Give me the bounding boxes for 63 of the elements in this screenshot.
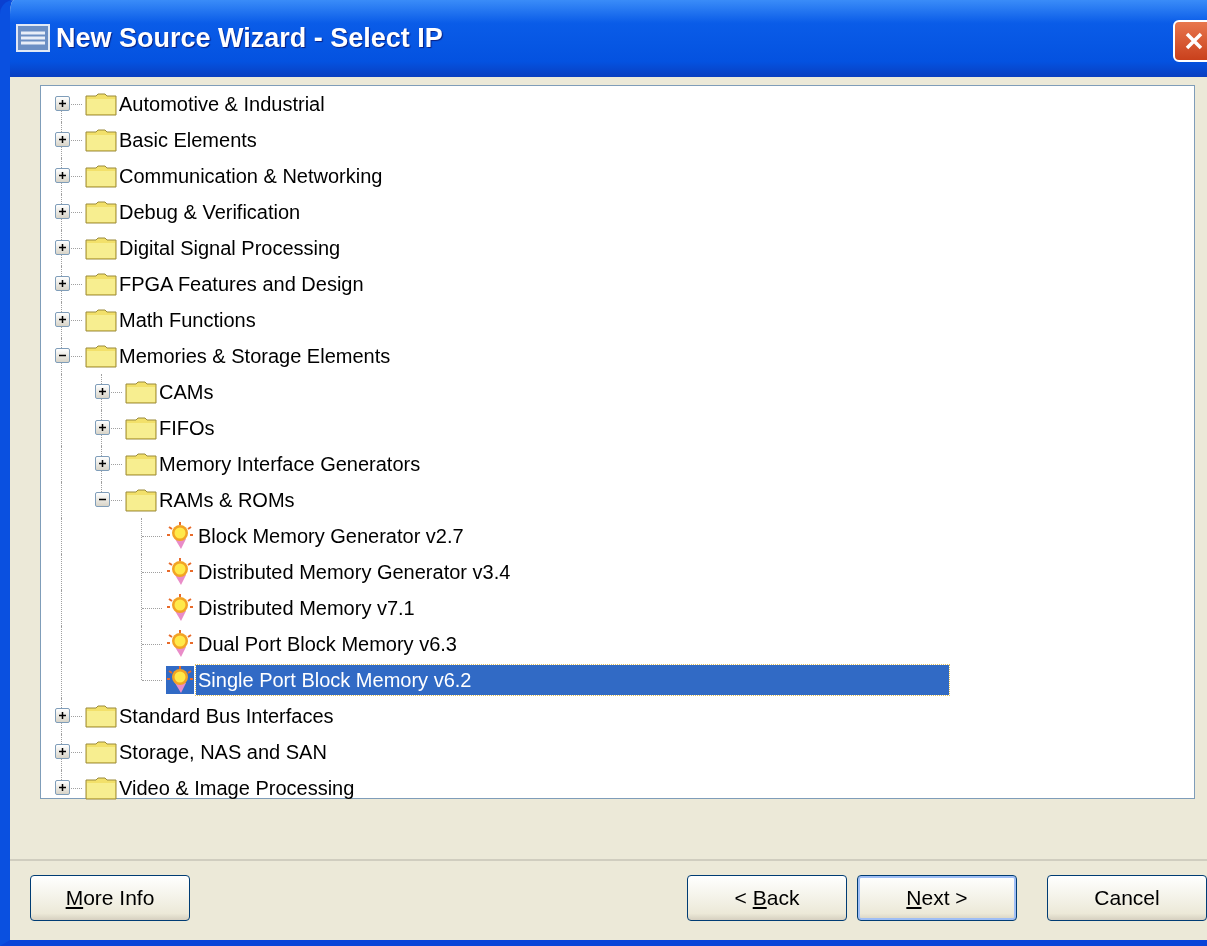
tree-item[interactable]: Dual Port Block Memory v6.3 — [196, 628, 459, 659]
tree-item[interactable]: Distributed Memory v7.1 — [196, 592, 417, 623]
tree-item[interactable]: Digital Signal Processing — [117, 232, 343, 263]
expand-icon[interactable] — [95, 420, 110, 436]
folder-icon — [125, 415, 157, 440]
tree-item[interactable]: Distributed Memory Generator v3.4 — [196, 556, 513, 587]
folder-icon — [85, 91, 117, 116]
folder-icon — [85, 343, 117, 368]
tree-item[interactable]: Memories & Storage Elements — [117, 340, 393, 371]
expand-icon[interactable] — [55, 240, 70, 256]
folder-icon — [85, 235, 117, 260]
tree-item[interactable]: Automotive & Industrial — [117, 88, 327, 119]
folder-icon — [125, 379, 157, 404]
tree-item[interactable]: RAMs & ROMs — [157, 484, 297, 515]
dialog-button[interactable]: More Info — [30, 875, 190, 922]
lightbulb-icon — [166, 521, 194, 550]
expand-icon[interactable] — [55, 204, 70, 220]
dialog-button[interactable]: < Back — [687, 875, 847, 922]
close-button[interactable] — [1173, 20, 1207, 62]
expand-icon[interactable] — [95, 456, 110, 472]
folder-icon — [85, 127, 117, 152]
folder-icon — [85, 775, 117, 800]
tree-item[interactable]: FPGA Features and Design — [117, 268, 366, 299]
tree-item[interactable]: Math Functions — [117, 304, 258, 335]
folder-icon — [85, 199, 117, 224]
tree-item[interactable]: Basic Elements — [117, 124, 259, 155]
dialog-button[interactable]: Cancel — [1047, 875, 1207, 922]
dialog-button[interactable]: Next > — [857, 875, 1017, 922]
expand-icon[interactable] — [55, 96, 70, 112]
lightbulb-icon — [166, 557, 194, 586]
window-title: New Source Wizard - Select IP — [56, 23, 443, 54]
collapse-icon[interactable] — [55, 348, 70, 364]
folder-icon — [85, 739, 117, 764]
folder-icon — [85, 271, 117, 296]
tree-item[interactable]: Memory Interface Generators — [157, 448, 423, 479]
tree-item[interactable]: Standard Bus Interfaces — [117, 700, 336, 731]
folder-icon — [85, 307, 117, 332]
lightbulb-icon — [166, 629, 194, 658]
tree-item[interactable]: Storage, NAS and SAN — [117, 736, 329, 767]
expand-icon[interactable] — [55, 132, 70, 148]
expand-icon[interactable] — [55, 312, 70, 328]
lightbulb-icon — [166, 665, 194, 694]
expand-icon[interactable] — [95, 384, 110, 400]
folder-icon — [85, 703, 117, 728]
app-icon — [16, 24, 50, 53]
tree-item[interactable]: Communication & Networking — [117, 160, 385, 191]
folder-icon — [85, 163, 117, 188]
tree-item[interactable]: FIFOs — [157, 412, 217, 443]
lightbulb-icon — [166, 593, 194, 622]
expand-icon[interactable] — [55, 780, 70, 796]
tree-item[interactable]: Single Port Block Memory v6.2 — [196, 664, 949, 695]
close-icon — [1183, 30, 1205, 52]
tree-item[interactable]: CAMs — [157, 376, 216, 407]
folder-icon — [125, 451, 157, 476]
expand-icon[interactable] — [55, 744, 70, 760]
expand-icon[interactable] — [55, 276, 70, 292]
expand-icon[interactable] — [55, 708, 70, 724]
tree-item[interactable]: Debug & Verification — [117, 196, 303, 227]
expand-icon[interactable] — [55, 168, 70, 184]
folder-icon — [125, 487, 157, 512]
tree-item[interactable]: Video & Image Processing — [117, 772, 357, 803]
tree-item[interactable]: Block Memory Generator v2.7 — [196, 520, 466, 551]
collapse-icon[interactable] — [95, 492, 110, 508]
